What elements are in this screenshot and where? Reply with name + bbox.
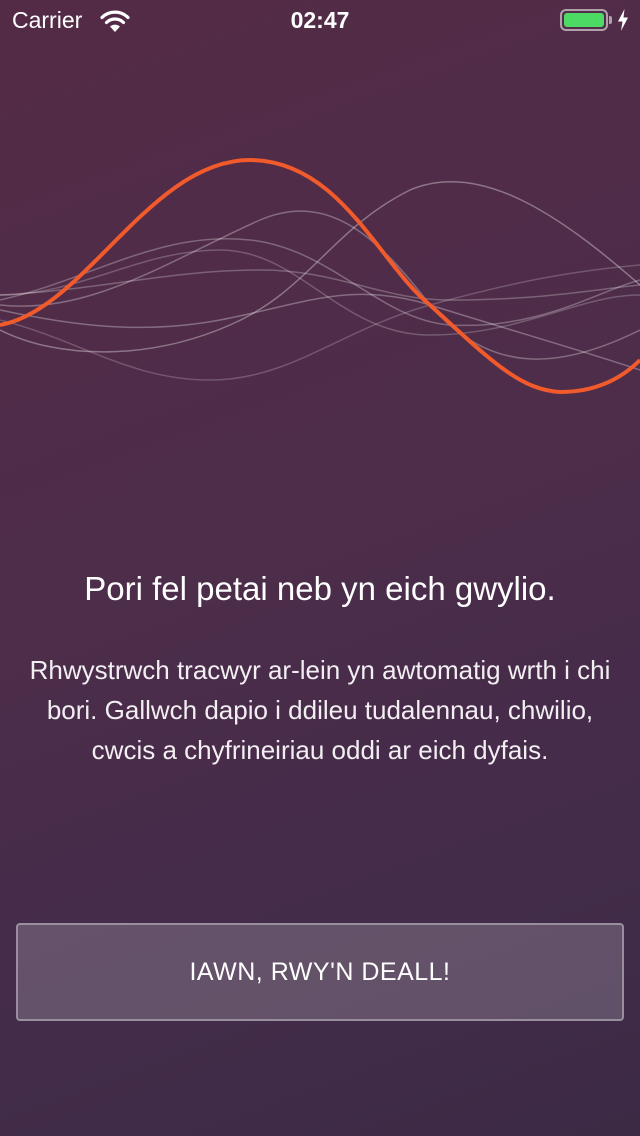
wave-line-faint [0, 264, 640, 381]
wave-line-faint [0, 269, 640, 301]
clock: 02:47 [290, 7, 350, 33]
sound-wave-illustration [0, 157, 640, 395]
battery-tip [609, 16, 612, 24]
onboarding-description: Rhwystrwch tracwyr ar-lein yn awtomatig … [29, 655, 611, 765]
wave-line-faint [0, 238, 640, 327]
confirm-button[interactable]: IAWN, RWY'N DEALL! [16, 923, 624, 1021]
charging-bolt-icon [618, 9, 628, 31]
battery-icon [560, 9, 608, 31]
onboarding-title: Pori fel petai neb yn eich gwylio. [84, 570, 556, 607]
wave-line-faint [0, 180, 640, 353]
status-bar: Carrier 02:47 [0, 0, 640, 40]
battery-level-fill [564, 13, 604, 27]
